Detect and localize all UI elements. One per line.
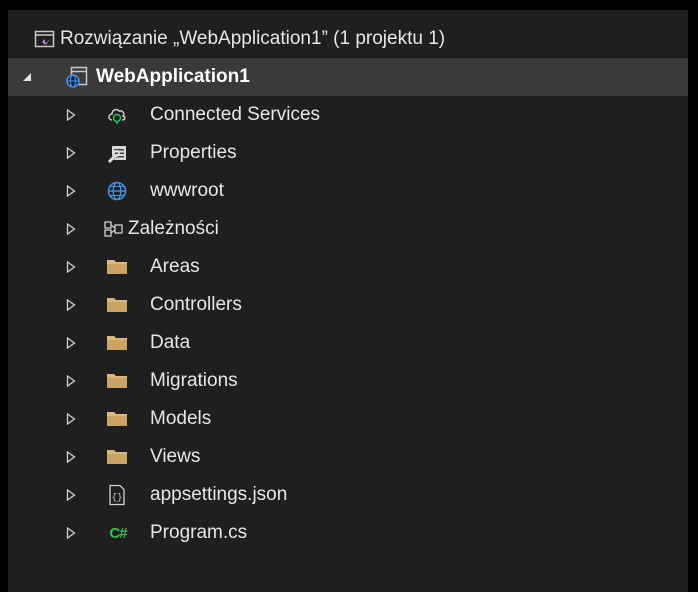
collapsed-arrow-icon[interactable] [64, 374, 78, 388]
tree-item-folder-controllers[interactable]: Controllers [8, 286, 688, 324]
json-file-icon: {} [106, 484, 128, 506]
solution-icon [34, 28, 56, 50]
tree-item-label: Areas [150, 256, 200, 277]
tree-item-dependencies[interactable]: Zależności [8, 210, 688, 248]
tree-item-folder-migrations[interactable]: Migrations [8, 362, 688, 400]
tree-item-label: Controllers [150, 294, 242, 315]
tree-item-folder-views[interactable]: Views [8, 438, 688, 476]
svg-text:{}: {} [112, 493, 123, 503]
expanded-arrow-icon[interactable] [20, 70, 34, 84]
tree-item-label: Data [150, 332, 191, 353]
tree-item-label: appsettings.json [150, 484, 288, 505]
folder-icon [106, 294, 128, 316]
solution-label: Rozwiązanie „WebApplication1” (1 projekt… [60, 28, 446, 49]
tree-item-label: Connected Services [150, 104, 321, 125]
tree-item-label: wwwroot [150, 180, 224, 201]
collapsed-arrow-icon[interactable] [64, 108, 78, 122]
tree-item-label: Models [150, 408, 212, 429]
tree-item-program-cs[interactable]: C# Program.cs [8, 514, 688, 552]
collapsed-arrow-icon[interactable] [64, 146, 78, 160]
tree-item-properties[interactable]: Properties [8, 134, 688, 172]
globe-icon [106, 180, 128, 202]
folder-icon [106, 370, 128, 392]
solution-explorer-panel: Rozwiązanie „WebApplication1” (1 projekt… [0, 0, 698, 592]
collapsed-arrow-icon[interactable] [64, 488, 78, 502]
collapsed-arrow-icon[interactable] [64, 336, 78, 350]
tree-item-label: Zależności [128, 218, 219, 239]
tree-item-folder-areas[interactable]: Areas [8, 248, 688, 286]
tree-item-connected-services[interactable]: Connected Services [8, 96, 688, 134]
solution-row[interactable]: Rozwiązanie „WebApplication1” (1 projekt… [8, 20, 688, 58]
csharp-file-icon: C# [105, 522, 131, 544]
tree-item-label: Properties [150, 142, 237, 163]
tree-item-appsettings[interactable]: {} appsettings.json [8, 476, 688, 514]
folder-icon [106, 332, 128, 354]
tree-item-folder-models[interactable]: Models [8, 400, 688, 438]
folder-icon [106, 408, 128, 430]
folder-icon [106, 256, 128, 278]
project-row[interactable]: WebApplication1 [8, 58, 688, 96]
tree-item-label: Migrations [150, 370, 238, 391]
dependencies-icon [104, 218, 124, 240]
project-label: WebApplication1 [96, 66, 250, 87]
web-project-icon [66, 66, 88, 88]
collapsed-arrow-icon[interactable] [64, 298, 78, 312]
tree-item-label: Views [150, 446, 201, 467]
collapsed-arrow-icon[interactable] [64, 222, 78, 236]
collapsed-arrow-icon[interactable] [64, 260, 78, 274]
properties-wrench-icon [106, 142, 128, 164]
folder-icon [106, 446, 128, 468]
connected-services-icon [106, 104, 128, 126]
solution-tree: Rozwiązanie „WebApplication1” (1 projekt… [8, 10, 688, 592]
collapsed-arrow-icon[interactable] [64, 184, 78, 198]
csharp-glyph: C# [109, 524, 127, 542]
tree-item-label: Program.cs [150, 522, 248, 543]
collapsed-arrow-icon[interactable] [64, 450, 78, 464]
collapsed-arrow-icon[interactable] [64, 526, 78, 540]
collapsed-arrow-icon[interactable] [64, 412, 78, 426]
tree-item-wwwroot[interactable]: wwwroot [8, 172, 688, 210]
tree-item-folder-data[interactable]: Data [8, 324, 688, 362]
